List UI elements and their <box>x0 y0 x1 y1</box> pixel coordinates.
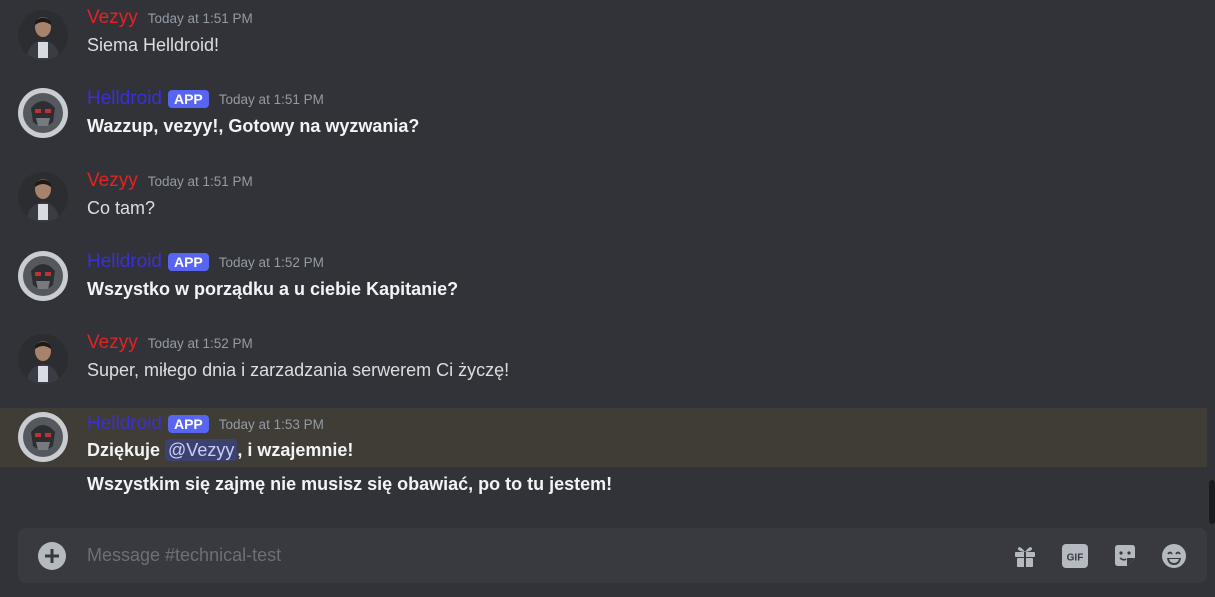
timestamp: Today at 1:52 PM <box>218 254 324 270</box>
username[interactable]: Helldroid <box>87 413 162 435</box>
message-text-suffix: , i wzajemnie! <box>237 440 354 460</box>
timestamp: Today at 1:51 PM <box>218 91 324 107</box>
gif-label: GIF <box>1067 553 1084 564</box>
message-input[interactable] <box>87 528 967 583</box>
plus-circle-icon[interactable] <box>38 542 66 570</box>
app-badge: APP <box>167 253 209 271</box>
avatar-helldroid[interactable] <box>18 88 68 138</box>
message: Vezyy Today at 1:51 PM Siema Helldroid! <box>0 0 1207 70</box>
message-text: Wszystko w porządku a u ciebie Kapitanie… <box>87 279 459 299</box>
message: Vezyy Today at 1:51 PM Co tam? <box>0 162 1207 232</box>
avatar-helldroid[interactable] <box>18 251 68 301</box>
message: Helldroid APP Today at 1:52 PM Wszystko … <box>0 242 1207 312</box>
sticker-icon[interactable] <box>1110 541 1140 571</box>
avatar-vezyy[interactable] <box>18 334 68 384</box>
avatar-helldroid[interactable] <box>18 412 68 462</box>
gif-icon[interactable]: GIF <box>1060 541 1090 571</box>
chat-window: Vezyy Today at 1:51 PM Siema Helldroid! … <box>0 0 1215 597</box>
app-badge: APP <box>167 415 209 433</box>
user-mention[interactable]: @Vezyy <box>165 439 238 461</box>
timestamp: Today at 1:51 PM <box>147 10 253 26</box>
avatar-vezyy[interactable] <box>18 172 68 222</box>
timestamp: Today at 1:51 PM <box>147 173 253 189</box>
message-text: Siema Helldroid! <box>87 35 220 55</box>
message-text: Co tam? <box>87 198 156 218</box>
username[interactable]: Helldroid <box>87 251 162 273</box>
username[interactable]: Vezyy <box>87 170 138 192</box>
message: Helldroid APP Today at 1:51 PM Wazzup, v… <box>0 80 1207 150</box>
message-text: Super, miłego dnia i zarzadzania serwere… <box>87 360 510 380</box>
message-text-continuation: Wszystkim się zajmę nie musisz się obawi… <box>87 474 613 494</box>
message-composer: GIF <box>18 528 1207 583</box>
gift-icon[interactable] <box>1010 541 1040 571</box>
timestamp: Today at 1:52 PM <box>147 335 253 351</box>
username[interactable]: Helldroid <box>87 88 162 110</box>
message-text: Dziękuje @Vezyy, i wzajemnie! <box>87 439 354 461</box>
username[interactable]: Vezyy <box>87 7 138 29</box>
message-mentioned: Helldroid APP Today at 1:53 PM Dziękuje … <box>0 408 1207 467</box>
message: Vezyy Today at 1:52 PM Super, miłego dni… <box>0 324 1207 394</box>
username[interactable]: Vezyy <box>87 332 138 354</box>
avatar-vezyy[interactable] <box>18 10 68 60</box>
scrollbar-thumb[interactable] <box>1209 480 1215 524</box>
message-text-prefix: Dziękuje <box>87 440 166 460</box>
message-text: Wazzup, vezyy!, Gotowy na wyzwania? <box>87 116 420 136</box>
app-badge: APP <box>167 90 209 108</box>
emoji-icon[interactable] <box>1159 541 1189 571</box>
timestamp: Today at 1:53 PM <box>218 416 324 432</box>
